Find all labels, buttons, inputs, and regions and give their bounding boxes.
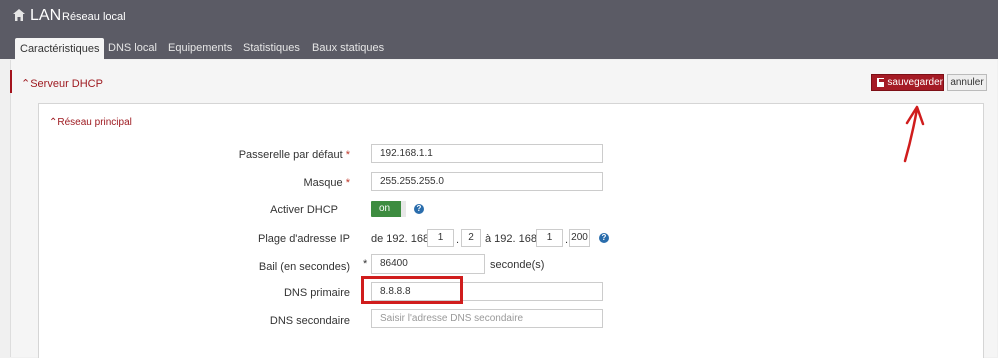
help-icon[interactable]: ?: [599, 233, 609, 243]
range-to-octet4-input[interactable]: 200: [569, 229, 590, 247]
range-from-prefix: de 192. 168.: [371, 233, 433, 245]
section-toggle-dhcp[interactable]: ⌃Serveur DHCP: [21, 77, 103, 90]
mask-label-text: Masque: [303, 177, 343, 189]
save-button-label: sauvegarder: [887, 77, 943, 88]
save-button[interactable]: sauvegarder: [871, 74, 944, 91]
lease-input[interactable]: 86400: [371, 254, 485, 274]
range-to-prefix: à 192. 168.: [485, 233, 541, 245]
dns-secondary-input[interactable]: Saisir l'adresse DNS secondaire: [371, 309, 603, 328]
range-from-octet3-input[interactable]: 1: [427, 229, 454, 247]
dhcp-toggle[interactable]: on: [371, 201, 406, 217]
gateway-input[interactable]: 192.168.1.1: [371, 144, 603, 163]
required-marker: *: [345, 149, 350, 161]
section-header: [10, 70, 990, 93]
dns-secondary-label: DNS secondaire: [269, 315, 350, 327]
tab-bar: Caractéristiques DNS local Equipements S…: [0, 37, 998, 60]
help-icon[interactable]: ?: [414, 204, 424, 214]
dns-primary-label: DNS primaire: [283, 287, 350, 299]
section-title: Serveur DHCP: [30, 78, 103, 90]
app-title: LAN: [30, 7, 62, 24]
dhcp-label: Activer DHCP: [270, 204, 338, 216]
floppy-disk-icon: [877, 78, 885, 87]
gateway-label: Passerelle par défaut *: [48, 149, 350, 161]
subsection-title: Réseau principal: [57, 117, 132, 128]
tab-caracteristiques[interactable]: Caractéristiques: [15, 38, 105, 60]
required-marker: *: [363, 258, 368, 270]
top-bar: LAN Réseau local: [0, 0, 998, 37]
annotation-highlight-box: [361, 276, 463, 304]
mask-label: Masque *: [48, 177, 350, 189]
required-marker: *: [345, 177, 350, 189]
lease-unit: seconde(s): [490, 259, 545, 271]
subsection-toggle[interactable]: ⌃Réseau principal: [49, 117, 132, 128]
app-subtitle: Réseau local: [62, 11, 126, 23]
gateway-label-text: Passerelle par défaut: [238, 149, 343, 161]
mask-input[interactable]: 255.255.255.0: [371, 172, 603, 191]
octet-separator: .: [456, 234, 460, 246]
tab-dns-local[interactable]: DNS local: [103, 37, 162, 59]
tab-baux-statiques[interactable]: Baux statiques: [307, 37, 389, 59]
tab-equipements[interactable]: Equipements: [163, 37, 237, 59]
range-from-octet4-input[interactable]: 2: [461, 229, 481, 247]
annotation-arrow-icon: [903, 105, 925, 163]
home-icon[interactable]: [12, 8, 26, 22]
octet-separator: .: [565, 234, 569, 246]
tab-statistiques[interactable]: Statistiques: [238, 37, 305, 59]
ip-range-label: Plage d'adresse IP: [258, 233, 350, 245]
range-to-octet3-input[interactable]: 1: [536, 229, 563, 247]
lease-label: Bail (en secondes): [258, 261, 350, 273]
cancel-button[interactable]: annuler: [947, 74, 987, 91]
